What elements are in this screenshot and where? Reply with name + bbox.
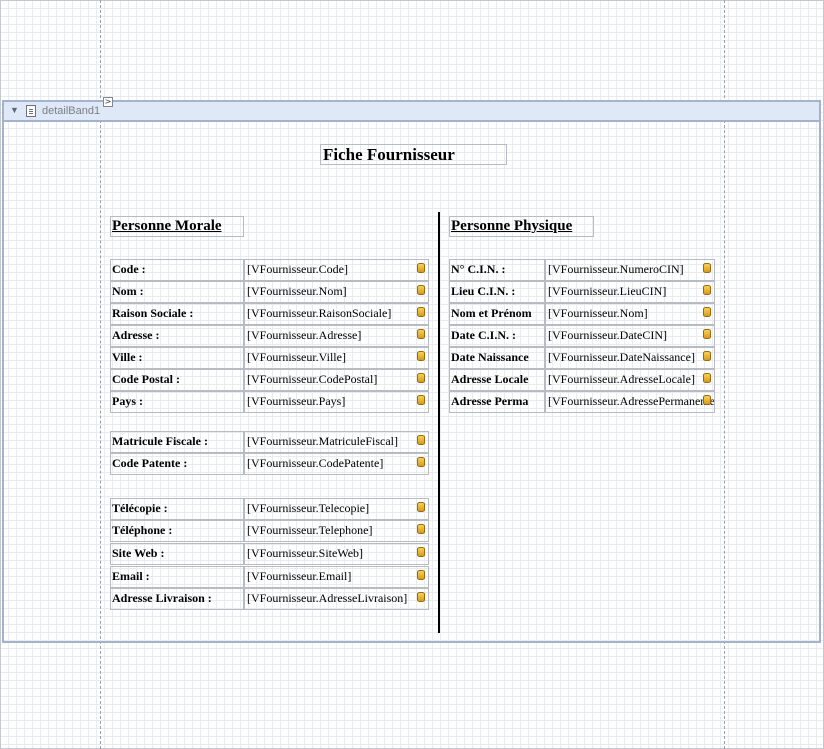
database-field-icon[interactable] <box>417 395 425 405</box>
database-field-icon[interactable] <box>417 547 425 557</box>
morale-label-cell[interactable]: Adresse Livraison : <box>110 588 244 610</box>
morale-label-cell[interactable]: Matricule Fiscale : <box>110 431 244 453</box>
physique-label-cell[interactable]: Adresse Locale <box>449 369 545 391</box>
physique-label-cell[interactable]: Date Naissance <box>449 347 545 369</box>
morale-label-cell[interactable]: Ville : <box>110 347 244 369</box>
database-field-icon[interactable] <box>417 502 425 512</box>
section-title-morale[interactable]: Personne Morale <box>110 216 244 237</box>
database-field-icon[interactable] <box>703 307 711 317</box>
database-field-icon[interactable] <box>703 395 711 405</box>
database-field-icon[interactable] <box>417 285 425 295</box>
database-field-icon[interactable] <box>703 285 711 295</box>
morale-label-cell[interactable]: Nom : <box>110 281 244 303</box>
physique-field-cell[interactable]: [VFournisseur.DateCIN] <box>545 325 715 347</box>
physique-field-cell[interactable]: [VFournisseur.NumeroCIN] <box>545 259 715 281</box>
morale-label-cell[interactable]: Site Web : <box>110 543 244 565</box>
physique-label-cell[interactable]: N° C.I.N. : <box>449 259 545 281</box>
database-field-icon[interactable] <box>417 435 425 445</box>
morale-field-cell[interactable]: [VFournisseur.MatriculeFiscal] <box>244 431 429 453</box>
database-field-icon[interactable] <box>417 263 425 273</box>
morale-label-cell[interactable]: Code Postal : <box>110 369 244 391</box>
database-field-icon[interactable] <box>417 457 425 467</box>
morale-label-cell[interactable]: Code : <box>110 259 244 281</box>
collapse-arrow-icon[interactable]: ▼ <box>10 105 19 115</box>
database-field-icon[interactable] <box>703 263 711 273</box>
physique-field-cell[interactable]: [VFournisseur.LieuCIN] <box>545 281 715 303</box>
database-field-icon[interactable] <box>417 570 425 580</box>
morale-field-cell[interactable]: [VFournisseur.Nom] <box>244 281 429 303</box>
database-field-icon[interactable] <box>417 351 425 361</box>
physique-field-cell[interactable]: [VFournisseur.DateNaissance] <box>545 347 715 369</box>
physique-label-cell[interactable]: Lieu C.I.N. : <box>449 281 545 303</box>
physique-label-cell[interactable]: Date C.I.N. : <box>449 325 545 347</box>
physique-field-cell[interactable]: [VFournisseur.AdresseLocale] <box>545 369 715 391</box>
database-field-icon[interactable] <box>703 329 711 339</box>
morale-field-cell[interactable]: [VFournisseur.Ville] <box>244 347 429 369</box>
morale-field-cell[interactable]: [VFournisseur.Adresse] <box>244 325 429 347</box>
morale-field-cell[interactable]: [VFournisseur.Email] <box>244 566 429 588</box>
morale-label-cell[interactable]: Télécopie : <box>110 498 244 520</box>
morale-field-cell[interactable]: [VFournisseur.SiteWeb] <box>244 543 429 565</box>
physique-field-cell[interactable]: [VFournisseur.Nom] <box>545 303 715 325</box>
database-field-icon[interactable] <box>417 373 425 383</box>
morale-label-cell[interactable]: Raison Sociale : <box>110 303 244 325</box>
morale-field-cell[interactable]: [VFournisseur.Pays] <box>244 391 429 413</box>
report-title[interactable]: Fiche Fournisseur <box>320 144 507 165</box>
detail-band-header[interactable]: ▼ detailBand1 <box>2 100 821 122</box>
vertical-divider[interactable] <box>438 212 440 633</box>
morale-field-cell[interactable]: [VFournisseur.Telecopie] <box>244 498 429 520</box>
morale-label-cell[interactable]: Téléphone : <box>110 520 244 542</box>
morale-field-cell[interactable]: [VFournisseur.CodePatente] <box>244 453 429 475</box>
morale-field-cell[interactable]: [VFournisseur.AdresseLivraison] <box>244 588 429 610</box>
morale-field-cell[interactable]: [VFournisseur.Telephone] <box>244 520 429 542</box>
physique-label-cell[interactable]: Adresse Perma <box>449 391 545 413</box>
database-field-icon[interactable] <box>417 592 425 602</box>
band-document-icon <box>26 105 36 117</box>
morale-label-cell[interactable]: Pays : <box>110 391 244 413</box>
database-field-icon[interactable] <box>417 307 425 317</box>
physique-field-cell[interactable]: [VFournisseur.AdressePermanente] <box>545 391 715 413</box>
database-field-icon[interactable] <box>703 373 711 383</box>
database-field-icon[interactable] <box>417 329 425 339</box>
section-title-physique[interactable]: Personne Physique <box>449 216 594 237</box>
morale-field-cell[interactable]: [VFournisseur.RaisonSociale] <box>244 303 429 325</box>
physique-label-cell[interactable]: Nom et Prénom <box>449 303 545 325</box>
smart-tag-button[interactable]: > <box>103 97 113 107</box>
band-label: detailBand1 <box>42 105 101 117</box>
database-field-icon[interactable] <box>417 524 425 534</box>
morale-label-cell[interactable]: Email : <box>110 566 244 588</box>
morale-label-cell[interactable]: Adresse : <box>110 325 244 347</box>
database-field-icon[interactable] <box>703 351 711 361</box>
morale-label-cell[interactable]: Code Patente : <box>110 453 244 475</box>
morale-field-cell[interactable]: [VFournisseur.CodePostal] <box>244 369 429 391</box>
morale-field-cell[interactable]: [VFournisseur.Code] <box>244 259 429 281</box>
